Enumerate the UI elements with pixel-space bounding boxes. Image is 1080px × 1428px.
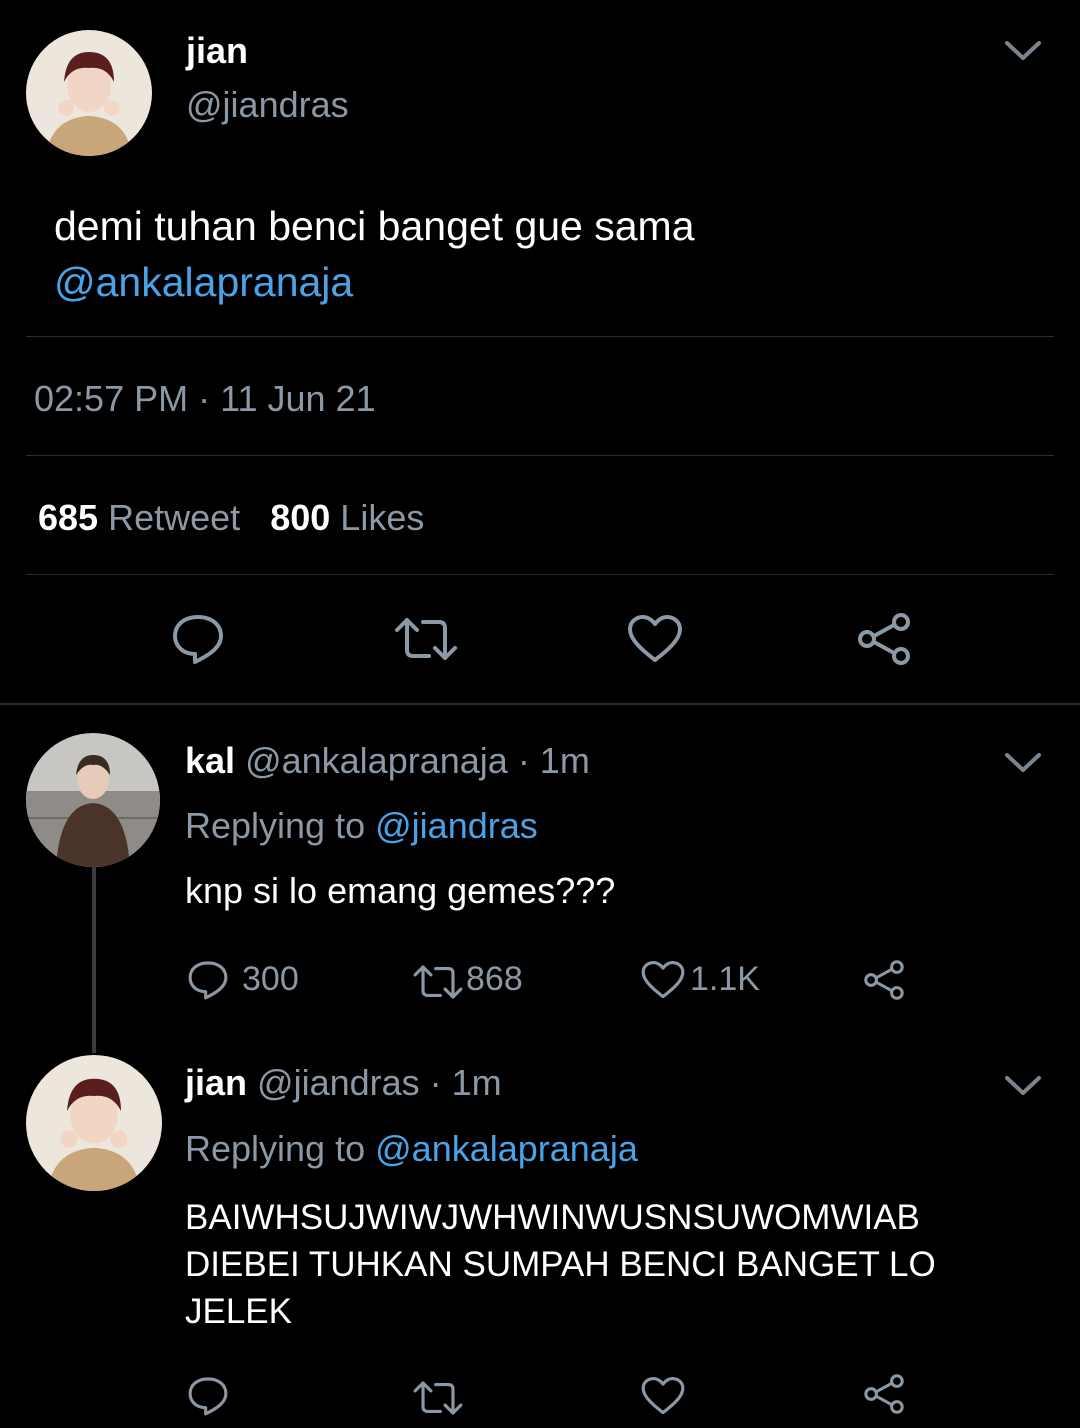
thread-line (92, 867, 96, 1053)
tweet-text: knp si lo emang gemes??? (185, 870, 616, 911)
tweet-age: · 1m (517, 740, 590, 781)
chevron-down-icon[interactable] (1003, 1073, 1043, 1099)
divider (26, 574, 1054, 575)
replying-mention[interactable]: @jiandras (375, 805, 538, 846)
timestamp: 02:57 PM · 11 Jun 21 (34, 378, 376, 420)
replying-label: Replying to (185, 805, 366, 846)
chevron-down-icon[interactable] (1003, 38, 1043, 64)
reply-count: 300 (242, 960, 299, 998)
avatar[interactable] (26, 1055, 162, 1191)
tweet-text-line: demi tuhan benci banget gue sama (54, 203, 695, 249)
tweet-time: 02:57 PM (34, 378, 189, 419)
heart-icon[interactable] (640, 1376, 686, 1416)
divider (26, 455, 1054, 456)
like-count: 800 (270, 497, 331, 538)
section-divider (0, 703, 1080, 705)
replying-to: Replying to @jiandras (185, 805, 538, 847)
replying-label: Replying to (185, 1128, 366, 1169)
handle[interactable]: @ankalapranaja (245, 740, 508, 781)
engagement-stats: 685 Retweet 800 Likes (38, 497, 424, 539)
replying-to: Replying to @ankalapranaja (185, 1128, 638, 1170)
like-count: 1.1K (690, 960, 760, 998)
stat-likes[interactable]: 800 Likes (270, 497, 424, 538)
share-icon[interactable] (855, 610, 913, 668)
tweet-text: BAIWHSUJWIWJWHWINWUSNSUWOMWIAB DIEBEI TU… (185, 1194, 936, 1335)
display-name[interactable]: jian (185, 1062, 247, 1103)
stat-retweets[interactable]: 685 Retweet (38, 497, 250, 538)
tweet-date: 11 Jun 21 (220, 378, 376, 419)
replying-mention[interactable]: @ankalapranaja (375, 1128, 638, 1169)
reply-header: kal @ankalapranaja · 1m (185, 740, 590, 782)
retweet-icon[interactable] (412, 1378, 464, 1418)
heart-icon[interactable] (626, 614, 684, 664)
heart-icon[interactable] (640, 960, 686, 1000)
retweet-icon[interactable] (393, 614, 459, 664)
reply-icon[interactable] (170, 612, 226, 666)
share-icon[interactable] (862, 958, 906, 1002)
action-bar: 300 868 1.1K (186, 956, 946, 1002)
retweet-count: 685 (38, 497, 99, 538)
action-bar (186, 1372, 946, 1418)
separator: · (198, 378, 211, 419)
retweet-count: 868 (466, 960, 523, 998)
retweet-label: Retweet (108, 497, 241, 538)
divider (26, 336, 1054, 337)
avatar[interactable] (26, 30, 152, 156)
tweet-text-line: DIEBEI TUHKAN SUMPAH BENCI BANGET LO (185, 1245, 936, 1284)
display-name[interactable]: kal (185, 740, 235, 781)
mention-link[interactable]: @ankalapranaja (54, 254, 695, 310)
tweet-text-line: JELEK (185, 1292, 292, 1331)
share-icon[interactable] (862, 1372, 906, 1416)
tweet-age: · 1m (429, 1062, 502, 1103)
reply-icon[interactable] (186, 1375, 230, 1417)
like-label: Likes (340, 497, 425, 538)
display-name[interactable]: jian (186, 30, 248, 72)
retweet-icon[interactable] (412, 962, 464, 1002)
handle[interactable]: @jiandras (186, 84, 349, 126)
tweet-text-line: BAIWHSUJWIWJWHWINWUSNSUWOMWIAB (185, 1198, 920, 1237)
chevron-down-icon[interactable] (1003, 750, 1043, 776)
reply-header: jian @jiandras · 1m (185, 1062, 502, 1104)
avatar[interactable] (26, 733, 160, 867)
reply-icon[interactable] (186, 959, 230, 1001)
handle[interactable]: @jiandras (257, 1062, 420, 1103)
tweet-text: demi tuhan benci banget gue sama @ankala… (54, 198, 695, 310)
